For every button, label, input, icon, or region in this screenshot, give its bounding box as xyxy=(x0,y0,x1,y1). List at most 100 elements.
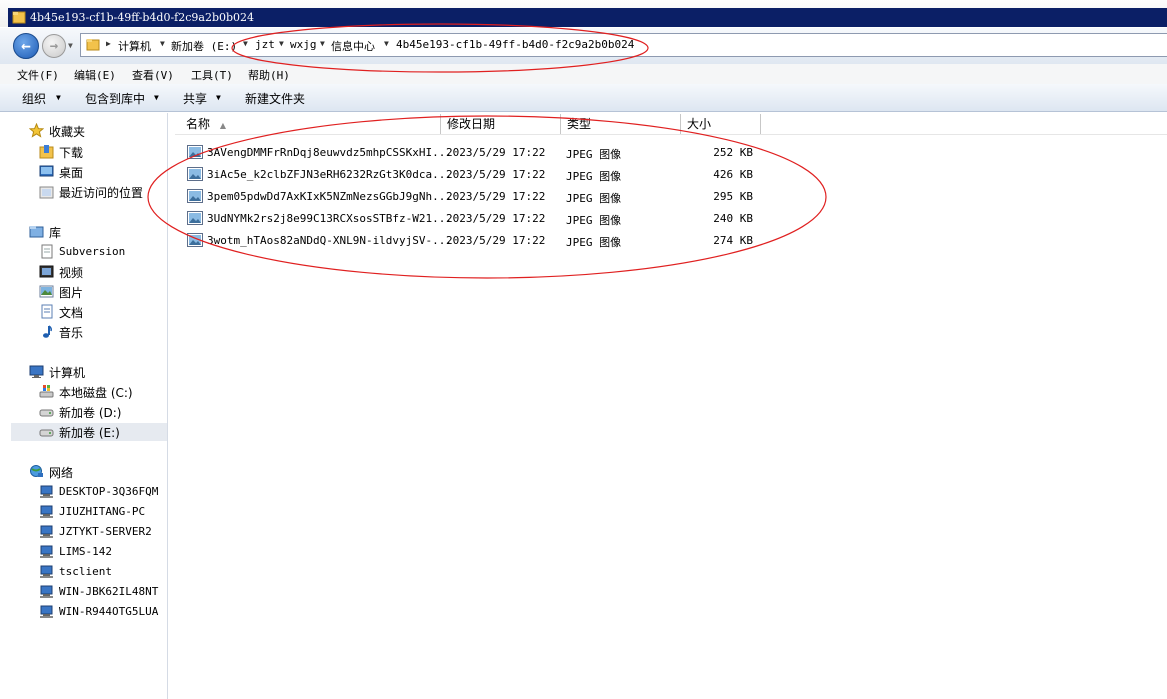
nav-item-network-host[interactable]: DESKTOP-3Q36FQM xyxy=(39,483,159,501)
recent-pages-dropdown[interactable]: ▼ xyxy=(68,41,73,50)
file-date: 2023/5/29 17:22 xyxy=(446,168,546,181)
file-type: JPEG 图像 xyxy=(566,148,622,161)
file-size: 240 KB xyxy=(713,212,753,225)
nav-item-pictures[interactable]: 图片 xyxy=(39,283,159,301)
column-header-type[interactable]: 类型 xyxy=(561,114,681,135)
chevron-down-icon[interactable]: ▼ xyxy=(279,39,284,48)
nav-item-subversion[interactable]: Subversion xyxy=(39,243,159,261)
computer-icon xyxy=(29,365,44,378)
breadcrumb-drive-e[interactable]: 新加卷 (E:) xyxy=(171,38,237,54)
caret-down-icon: ▼ xyxy=(154,93,159,102)
file-type: JPEG 图像 xyxy=(566,192,622,205)
jpeg-image-icon xyxy=(187,167,203,181)
file-type: JPEG 图像 xyxy=(566,236,622,249)
column-header-size[interactable]: 大小 xyxy=(681,114,761,135)
menu-tools[interactable]: 工具(T) xyxy=(191,67,233,83)
share-button[interactable]: 共享 xyxy=(183,90,207,107)
caret-down-icon: ▼ xyxy=(56,93,61,102)
network-computer-icon xyxy=(40,545,53,558)
nav-item-network-host[interactable]: JIUZHITANG-PC xyxy=(39,503,159,521)
include-in-library-button[interactable]: 包含到库中 xyxy=(85,90,145,107)
title-bar: 4b45e193-cf1b-49ff-b4d0-f2c9a2b0b024 xyxy=(0,0,1167,28)
nav-item-network-host[interactable]: JZTYKT-SERVER2 xyxy=(39,523,159,541)
file-size: 252 KB xyxy=(713,146,753,159)
jpeg-image-icon xyxy=(187,189,203,203)
windows-drive-icon xyxy=(39,385,54,398)
chevron-down-icon[interactable]: ▼ xyxy=(243,39,248,48)
network-computer-icon xyxy=(40,505,53,518)
music-note-icon xyxy=(43,325,52,338)
file-row[interactable]: 3UdNYMk2rs2j8e99C13RCXsosSTBfz-W21... 20… xyxy=(185,208,765,228)
menu-file[interactable]: 文件(F) xyxy=(17,67,59,83)
nav-libraries[interactable]: 库 xyxy=(29,223,159,241)
chevron-down-icon[interactable]: ▼ xyxy=(320,39,325,48)
header-divider xyxy=(175,134,1167,135)
nav-item-network-host[interactable]: WIN-JBK62IL48NT xyxy=(39,583,159,601)
file-type: JPEG 图像 xyxy=(566,170,622,183)
nav-item-videos[interactable]: 视频 xyxy=(39,263,159,281)
column-header-date[interactable]: 修改日期 xyxy=(441,114,561,135)
sort-ascending-icon: ▲ xyxy=(219,121,226,130)
nav-item-recent-places[interactable]: 最近访问的位置 xyxy=(39,183,159,201)
column-header-name[interactable]: 名称 ▲ xyxy=(180,114,441,135)
breadcrumb-jzt[interactable]: jzt xyxy=(255,38,275,51)
menu-help[interactable]: 帮助(H) xyxy=(248,67,290,83)
document-icon xyxy=(41,244,53,259)
organize-button[interactable]: 组织 xyxy=(22,90,46,107)
new-folder-button[interactable]: 新建文件夹 xyxy=(245,90,305,107)
breadcrumb-info-center[interactable]: 信息中心 xyxy=(331,38,375,54)
file-name: 3UdNYMk2rs2j8e99C13RCXsosSTBfz-W21... xyxy=(207,212,453,225)
file-row[interactable]: 3wotm_hTAos82aNDdQ-XNL9N-ildvyjSV-... 20… xyxy=(185,230,765,250)
file-date: 2023/5/29 17:22 xyxy=(446,146,546,159)
explorer-window: 4b45e193-cf1b-49ff-b4d0-f2c9a2b0b024 ← →… xyxy=(0,0,1167,699)
breadcrumb-wxjg[interactable]: wxjg xyxy=(290,38,317,51)
file-size: 274 KB xyxy=(713,234,753,247)
video-icon xyxy=(39,265,54,278)
desktop-icon xyxy=(39,165,54,177)
nav-favorites[interactable]: 收藏夹 xyxy=(29,122,159,140)
forward-button[interactable]: → xyxy=(42,34,66,58)
file-name: 3AVengDMMFrRnDqj8euwvdz5mhpCSSKxHI... xyxy=(207,146,453,159)
caret-down-icon: ▼ xyxy=(216,93,221,102)
menu-edit[interactable]: 编辑(E) xyxy=(74,67,116,83)
folder-icon xyxy=(86,39,100,51)
nav-item-drive-e[interactable]: 新加卷 (E:) xyxy=(11,423,167,441)
hard-drive-icon xyxy=(39,409,54,417)
file-row[interactable]: 3AVengDMMFrRnDqj8euwvdz5mhpCSSKxHI... 20… xyxy=(185,142,765,162)
file-name: 3pem05pdwDd7AxKIxK5NZmNezsGGbJ9gNh... xyxy=(207,190,453,203)
folder-icon xyxy=(12,11,26,24)
breadcrumb-current-folder[interactable]: 4b45e193-cf1b-49ff-b4d0-f2c9a2b0b024 xyxy=(396,38,634,51)
nav-item-network-host[interactable]: WIN-R944OTG5LUA xyxy=(39,603,159,621)
network-computer-icon xyxy=(40,485,53,498)
file-row[interactable]: 3pem05pdwDd7AxKIxK5NZmNezsGGbJ9gNh... 20… xyxy=(185,186,765,206)
jpeg-image-icon xyxy=(187,145,203,159)
file-size: 295 KB xyxy=(713,190,753,203)
library-icon xyxy=(29,226,44,238)
nav-item-network-host[interactable]: tsclient xyxy=(39,563,159,581)
nav-item-documents[interactable]: 文档 xyxy=(39,303,159,321)
network-globe-icon xyxy=(30,465,43,477)
file-name: 3iAc5e_k2clbZFJN3eRH6232RzGt3K0dca... xyxy=(207,168,453,181)
file-name: 3wotm_hTAos82aNDdQ-XNL9N-ildvyjSV-... xyxy=(207,234,453,247)
nav-network[interactable]: 网络 xyxy=(29,463,159,481)
nav-item-network-host[interactable]: LIMS-142 xyxy=(39,543,159,561)
document-icon xyxy=(41,304,53,319)
chevron-down-icon[interactable]: ▼ xyxy=(160,39,165,48)
network-computer-icon xyxy=(40,565,53,578)
command-bar xyxy=(0,84,1167,112)
file-row[interactable]: 3iAc5e_k2clbZFJN3eRH6232RzGt3K0dca... 20… xyxy=(185,164,765,184)
nav-item-desktop[interactable]: 桌面 xyxy=(39,163,159,181)
back-button[interactable]: ← xyxy=(13,33,39,59)
nav-item-downloads[interactable]: 下载 xyxy=(39,143,159,161)
hard-drive-icon xyxy=(39,429,54,437)
chevron-right-icon[interactable]: ▶ xyxy=(106,39,111,48)
nav-item-drive-c[interactable]: 本地磁盘 (C:) xyxy=(39,383,159,401)
nav-item-music[interactable]: 音乐 xyxy=(39,323,159,341)
chevron-down-icon[interactable]: ▼ xyxy=(384,39,389,48)
file-type: JPEG 图像 xyxy=(566,214,622,227)
nav-item-drive-d[interactable]: 新加卷 (D:) xyxy=(39,403,159,421)
nav-computer[interactable]: 计算机 xyxy=(29,363,159,381)
menu-view[interactable]: 查看(V) xyxy=(132,67,174,83)
network-computer-icon xyxy=(40,525,53,538)
breadcrumb-computer[interactable]: 计算机 xyxy=(118,38,151,54)
